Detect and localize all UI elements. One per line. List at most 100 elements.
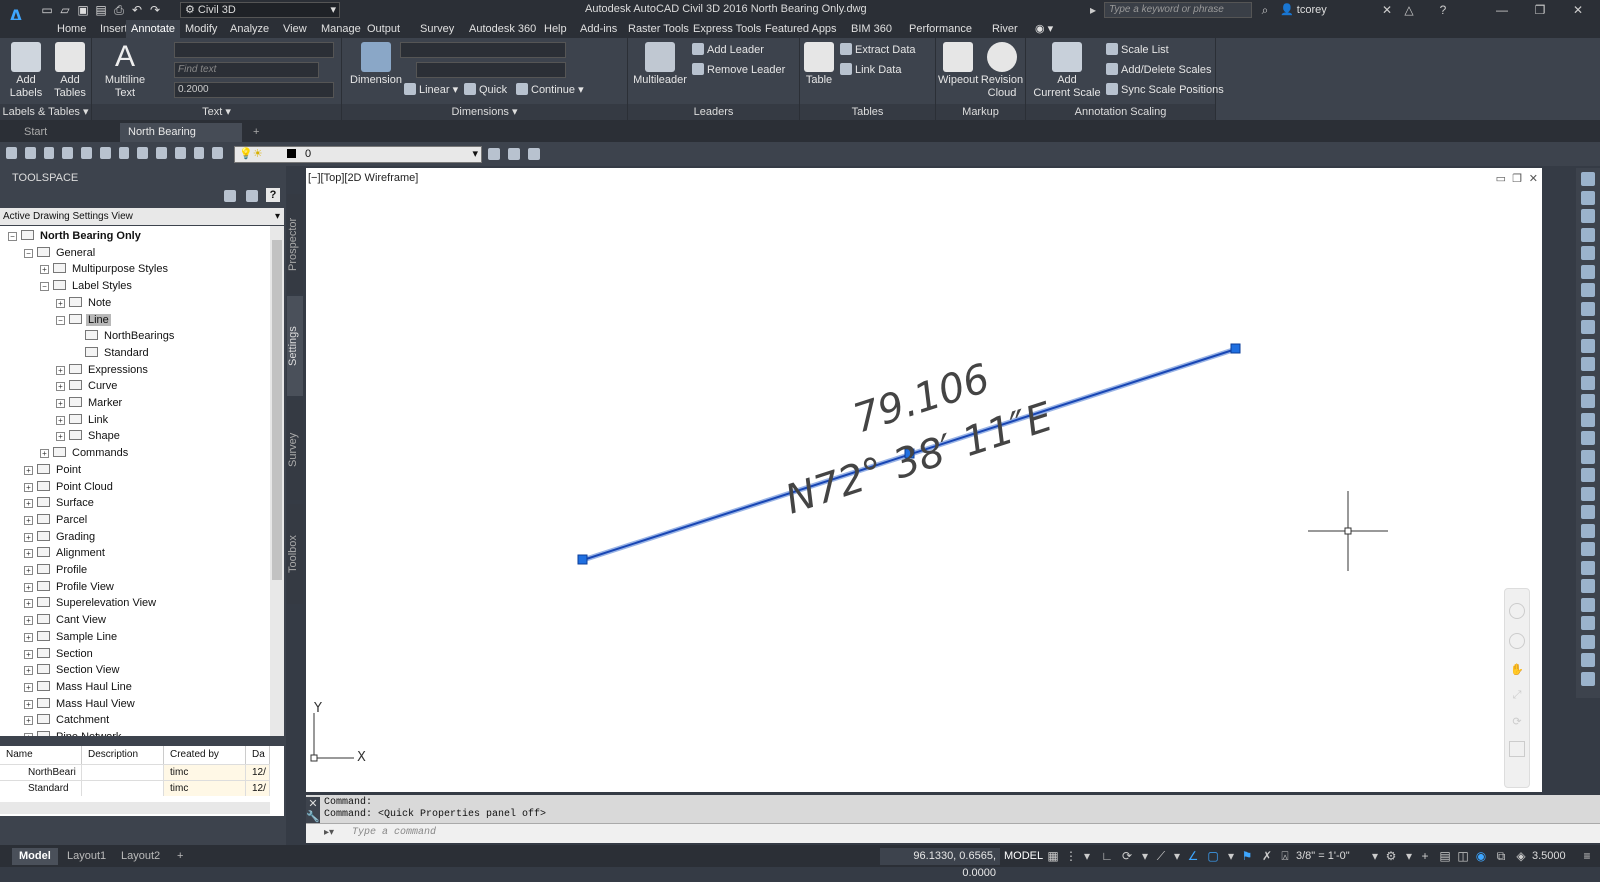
grid-header[interactable]: Created by — [164, 746, 246, 764]
palette-tool-icon[interactable] — [1581, 190, 1595, 205]
expand-icon[interactable]: + — [56, 399, 65, 408]
text-height-combo[interactable]: 0.2000 — [174, 82, 334, 98]
expand-icon[interactable]: + — [56, 298, 65, 308]
expand-icon[interactable]: + — [24, 616, 33, 626]
zoom-extents-icon[interactable]: ⤢ — [1509, 689, 1525, 705]
palette-tool-icon[interactable] — [1581, 468, 1595, 482]
tree-item[interactable]: + Point — [24, 462, 83, 478]
annotation-scale-icon[interactable]: ⍓ — [1278, 849, 1292, 863]
object-snap-tracking-icon[interactable]: ∠ — [1186, 849, 1200, 863]
chevron-down-icon[interactable]: ▾ — [1080, 849, 1094, 863]
expand-icon[interactable]: + — [40, 449, 49, 459]
palette-tool-icon[interactable] — [1581, 412, 1595, 427]
expand-icon[interactable]: + — [24, 649, 33, 659]
table-button[interactable]: Table — [804, 42, 834, 87]
tree-item[interactable]: Standard — [72, 345, 151, 361]
palette-tool-icon[interactable] — [1581, 597, 1595, 612]
help-icon[interactable]: ? — [266, 188, 280, 202]
continue-button[interactable]: Continue ▾ — [516, 82, 584, 98]
expand-icon[interactable]: + — [24, 682, 33, 692]
tree-item[interactable]: + Mass Haul View — [24, 696, 137, 712]
linear-button[interactable]: Linear ▾ — [404, 82, 458, 98]
tab-toolbox[interactable]: Toolbox — [287, 504, 303, 604]
palette-tool-icon[interactable] — [1581, 394, 1595, 408]
grid-icon[interactable]: ▦ — [1046, 849, 1060, 863]
collapse-icon[interactable]: − — [56, 315, 65, 325]
layer-current-icon[interactable] — [212, 147, 223, 159]
add-layout-button[interactable]: + — [170, 848, 190, 865]
add-delete-scales-button[interactable]: Add/Delete Scales — [1106, 62, 1212, 78]
saveas-icon[interactable]: ▤ — [94, 3, 108, 17]
tree-item[interactable]: + Multipurpose Styles — [40, 261, 170, 277]
save-icon[interactable]: ▣ — [76, 3, 90, 17]
quick-button[interactable]: Quick — [464, 82, 507, 98]
layer-freeze-icon[interactable] — [62, 147, 73, 159]
tree-item[interactable]: + Mass Haul Line — [24, 679, 134, 695]
tree-item[interactable]: + Note — [56, 295, 113, 311]
expand-icon[interactable]: + — [56, 365, 65, 375]
tree-item[interactable]: − General — [24, 245, 97, 261]
tab-settings[interactable]: Settings — [287, 296, 303, 396]
tree-item[interactable]: + Catchment — [24, 712, 111, 728]
drawing-canvas[interactable]: [−][Top][2D Wireframe] ▭ ❐ ✕ 79.106 N72°… — [306, 168, 1542, 792]
isolate-objects-icon[interactable]: ◫ — [1456, 849, 1470, 863]
wipeout-button[interactable]: Wipeout — [938, 42, 978, 87]
settings-view-dropdown[interactable]: Active Drawing Settings View ▾ — [0, 208, 284, 225]
chevron-down-icon[interactable]: ▾ — [1170, 849, 1184, 863]
annotation-visibility-icon[interactable]: ⚑ — [1240, 849, 1254, 863]
layer-match-icon[interactable] — [118, 147, 130, 159]
grid-cell[interactable]: timc — [164, 764, 246, 780]
auto-scale-icon[interactable]: ✗ — [1260, 849, 1274, 863]
panel-title[interactable]: Text ▾ — [92, 104, 341, 120]
exchange-icon[interactable]: ✕ — [1380, 3, 1394, 17]
palette-tool-icon[interactable] — [1581, 301, 1595, 316]
open-icon[interactable]: ▱ — [58, 3, 72, 17]
grid-header[interactable]: Da — [246, 746, 270, 764]
settings-tree[interactable]: − North Bearing Only − General + Multipurpose… — [0, 226, 270, 736]
expand-icon[interactable]: + — [24, 549, 33, 559]
palette-tool-icon[interactable] — [1581, 616, 1595, 630]
expand-icon[interactable]: + — [40, 265, 49, 275]
layer-previous2-icon[interactable] — [508, 148, 520, 160]
undo-icon[interactable]: ↶ — [130, 3, 144, 17]
polar-icon[interactable]: ⟳ — [1120, 849, 1134, 863]
palette-tool-icon[interactable] — [1581, 283, 1595, 297]
workspace-dropdown[interactable]: ⚙ Civil 3D ▾ — [180, 2, 340, 18]
palette-tool-icon[interactable] — [1581, 634, 1595, 649]
tab-river[interactable]: River — [987, 20, 1023, 38]
tree-item[interactable]: + Pipe Network — [24, 729, 123, 736]
tab-express-tools[interactable]: Express Tools — [688, 20, 766, 38]
palette-tool-icon[interactable] — [1581, 209, 1595, 223]
customize-icon[interactable]: ≡ — [1580, 849, 1594, 863]
grid-cell[interactable] — [82, 780, 164, 796]
command-prompt-icon[interactable]: ▸▾ — [324, 827, 334, 838]
model-space-button[interactable]: MODEL — [1004, 848, 1043, 865]
add-current-scale-button[interactable]: Add Current Scale — [1032, 42, 1102, 100]
panel-title[interactable]: Dimensions ▾ — [342, 104, 627, 120]
expand-icon[interactable]: + — [24, 599, 33, 609]
expand-icon[interactable]: + — [24, 515, 33, 525]
tree-item[interactable]: + Superelevation View — [24, 595, 158, 611]
layer-dropdown[interactable]: 💡☀ 0 ▾ — [234, 146, 482, 163]
scale-list-button[interactable]: Scale List — [1106, 42, 1169, 58]
tree-item[interactable]: + Point Cloud — [24, 479, 115, 495]
layer-state-icon[interactable] — [24, 147, 36, 159]
tab-view[interactable]: View — [278, 20, 312, 38]
expand-icon[interactable]: + — [24, 699, 33, 709]
search-input[interactable]: Type a keyword or phrase — [1104, 2, 1252, 18]
chevron-down-icon[interactable]: ▾ — [1224, 849, 1238, 863]
multiline-text-button[interactable]: A Multiline Text — [100, 42, 150, 100]
tree-item[interactable]: + Alignment — [24, 545, 107, 561]
redo-icon[interactable]: ↷ — [148, 3, 162, 17]
layer-lock-icon[interactable] — [99, 147, 111, 159]
palette-tool-icon[interactable] — [1581, 431, 1595, 445]
grid-cell[interactable]: timc — [164, 780, 246, 796]
tree-item[interactable]: − North Bearing Only — [8, 228, 143, 244]
palette-tool-icon[interactable] — [1581, 172, 1595, 186]
palette-tool-icon[interactable] — [1581, 375, 1595, 390]
tree-item[interactable]: + Surface — [24, 495, 96, 511]
palette-tool-icon[interactable] — [1581, 320, 1595, 334]
palette-tool-icon[interactable] — [1581, 560, 1595, 575]
toolspace-view-icon[interactable] — [246, 190, 258, 202]
tree-item[interactable]: − Label Styles — [40, 278, 134, 294]
